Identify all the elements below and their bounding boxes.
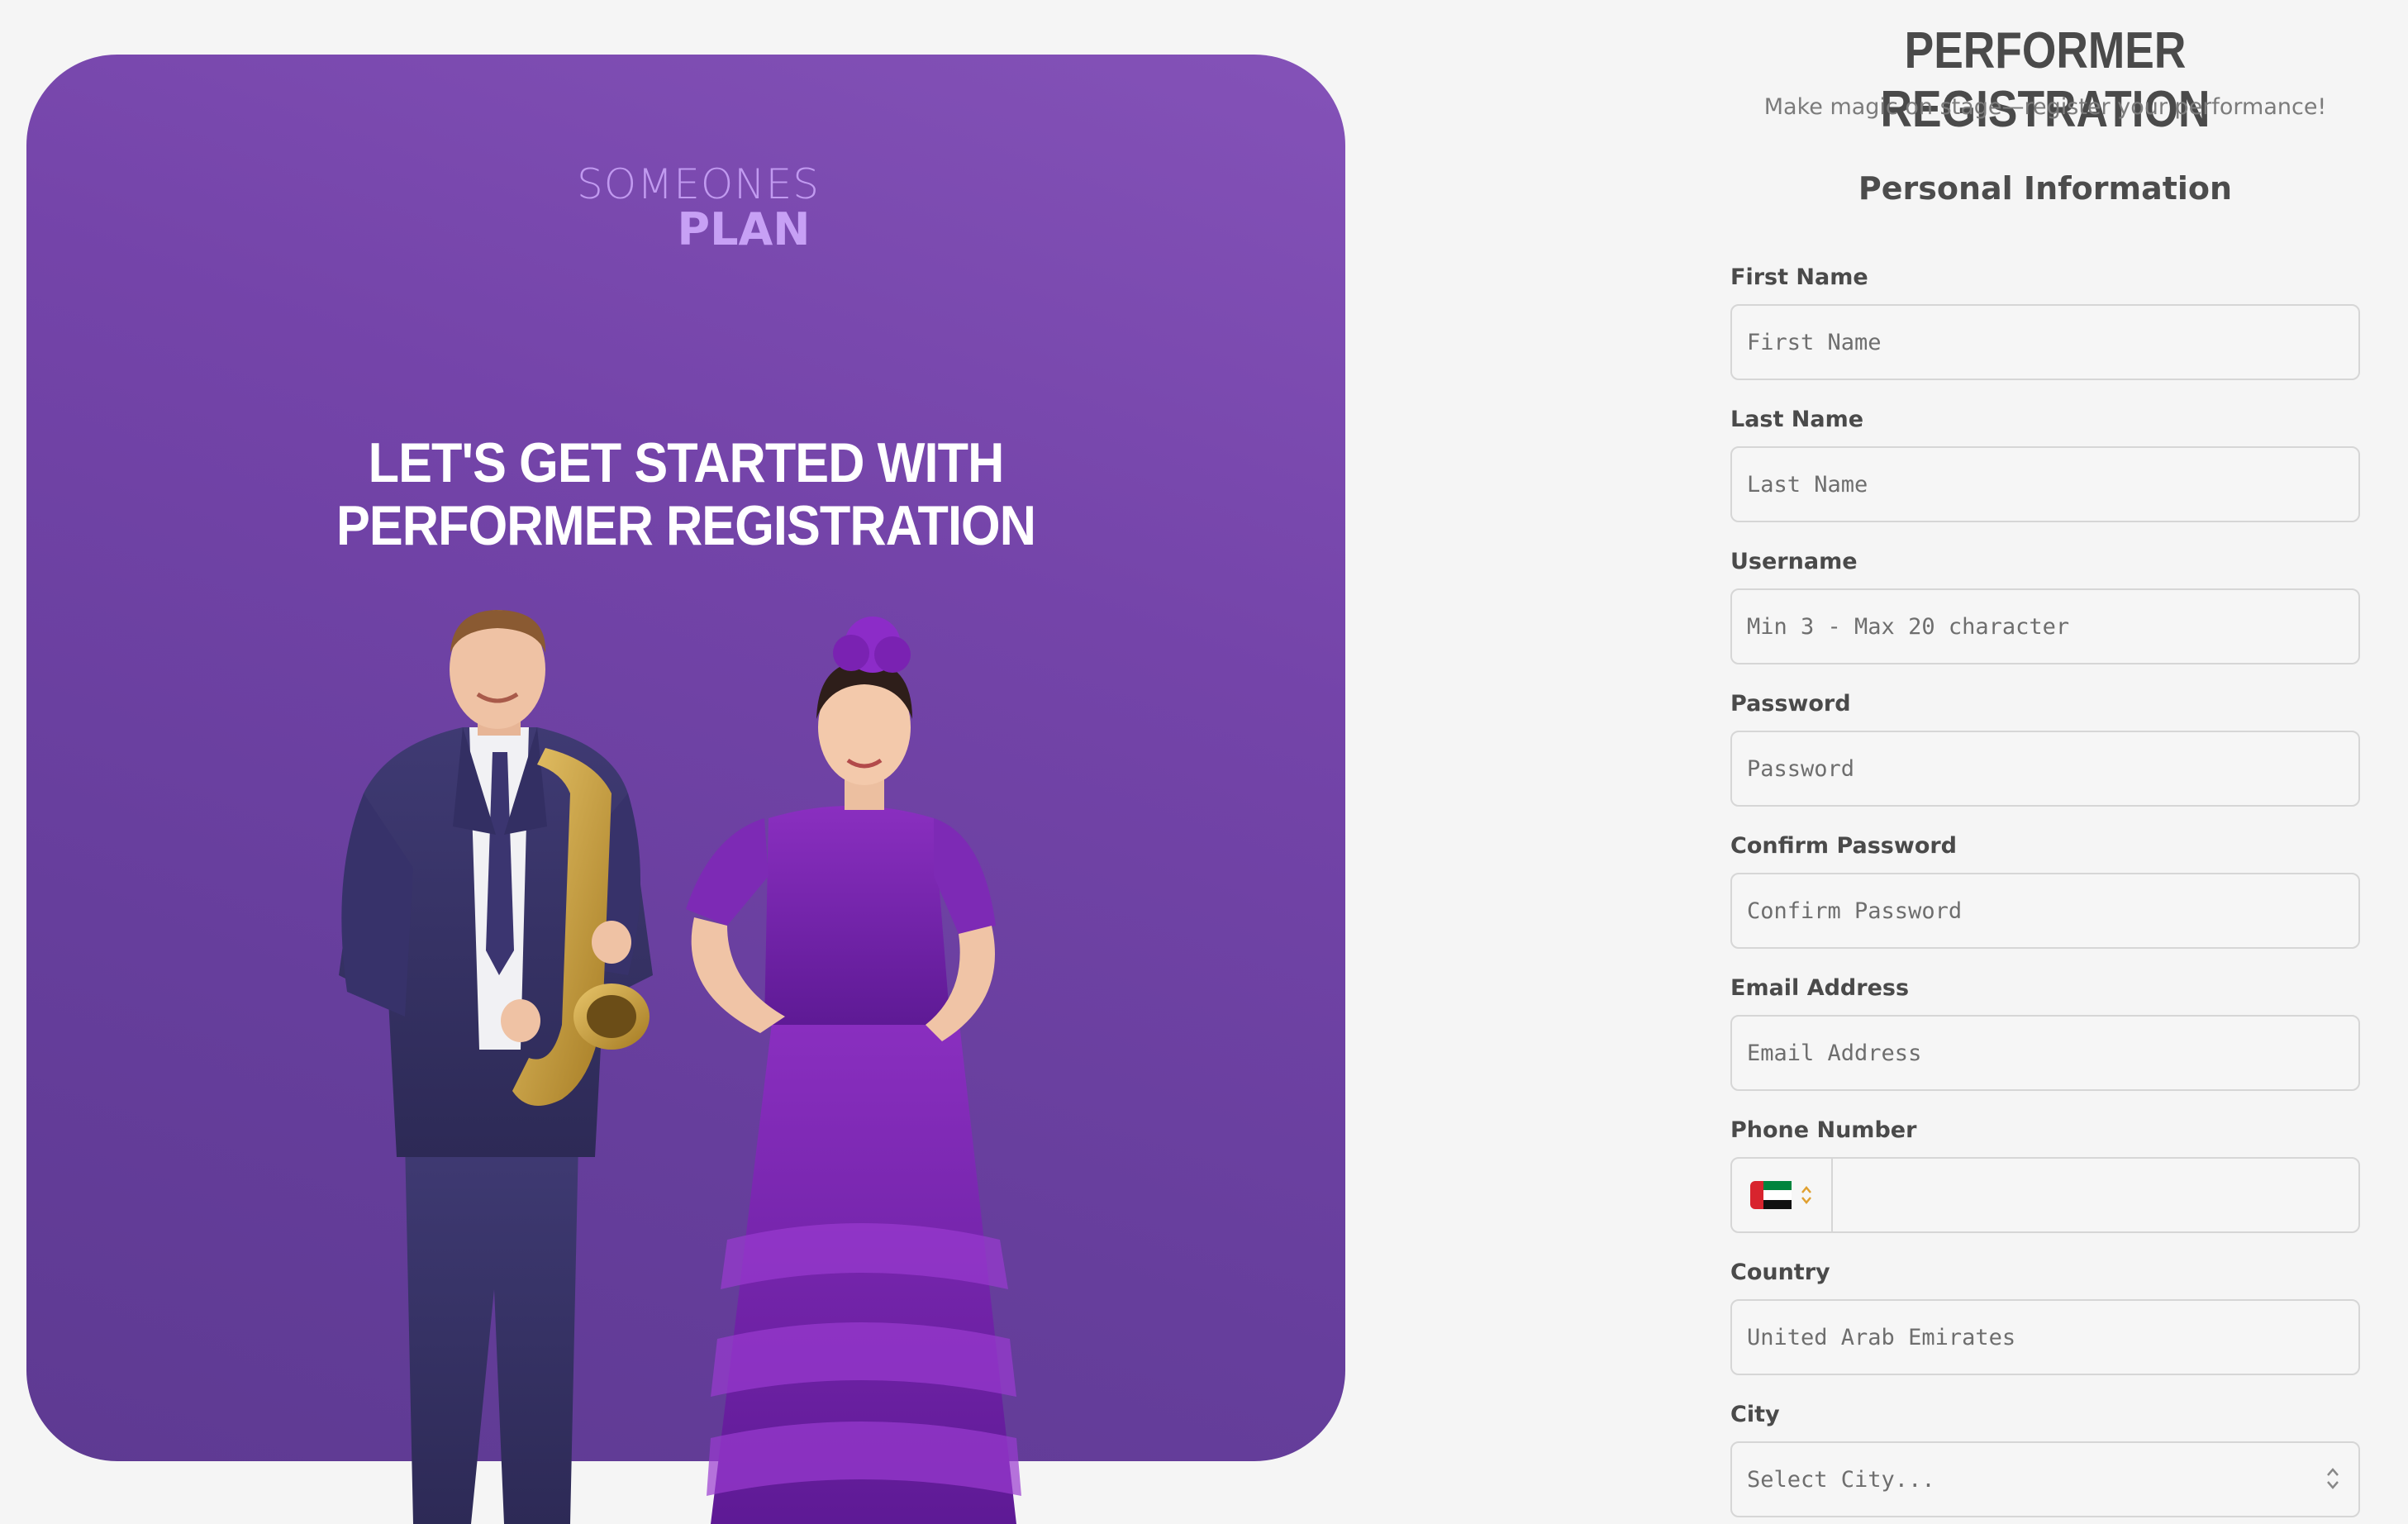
- registration-page: SOMEONES PLAN LET'S GET STARTED WITH PER…: [0, 0, 2408, 1524]
- section-title-personal-info: Personal Information: [1858, 170, 2233, 207]
- username-group: Username: [1730, 547, 2360, 664]
- country-group: Country: [1730, 1258, 2360, 1375]
- last-name-input[interactable]: [1730, 446, 2360, 522]
- first-name-input[interactable]: [1730, 304, 2360, 380]
- form-title: PERFORMER REGISTRATION: [1880, 22, 2211, 138]
- confirm-password-label: Confirm Password: [1730, 833, 1958, 859]
- city-select[interactable]: Select City...: [1730, 1441, 2360, 1517]
- email-input[interactable]: [1730, 1015, 2360, 1091]
- country-input[interactable]: [1730, 1299, 2360, 1375]
- username-label: Username: [1730, 549, 1858, 574]
- country-code-selector[interactable]: [1732, 1159, 1833, 1231]
- last-name-group: Last Name: [1730, 405, 2360, 522]
- city-label: City: [1730, 1402, 1780, 1427]
- city-group: City Select City...: [1730, 1400, 2360, 1517]
- phone-field: [1730, 1157, 2360, 1233]
- country-label: Country: [1730, 1260, 1830, 1285]
- phone-label: Phone Number: [1730, 1117, 1917, 1143]
- brand-logo: SOMEONES PLAN: [26, 160, 1345, 255]
- form-subtitle: Make magic on stage—register your perfor…: [1763, 94, 2327, 120]
- hero-title: LET'S GET STARTED WITH PERFORMER REGISTR…: [336, 431, 1036, 557]
- registration-form: PERFORMER REGISTRATION Make magic on sta…: [1730, 0, 2360, 1524]
- logo-bottom-text: PLAN: [677, 203, 811, 255]
- confirm-password-group: Confirm Password: [1730, 831, 2360, 949]
- city-select-value: Select City...: [1730, 1441, 2360, 1517]
- username-input[interactable]: [1730, 588, 2360, 664]
- email-group: Email Address: [1730, 974, 2360, 1091]
- email-label: Email Address: [1730, 975, 1910, 1001]
- password-input[interactable]: [1730, 731, 2360, 807]
- last-name-label: Last Name: [1730, 407, 1864, 432]
- hero-card: SOMEONES PLAN LET'S GET STARTED WITH PER…: [26, 55, 1345, 1461]
- password-group: Password: [1730, 689, 2360, 807]
- uae-flag-icon: [1750, 1181, 1792, 1209]
- chevron-updown-icon: [1801, 1186, 1811, 1204]
- first-name-label: First Name: [1730, 264, 1868, 290]
- chevron-updown-icon: [2327, 1468, 2339, 1489]
- logo-top-text: SOMEONES: [577, 160, 820, 208]
- phone-input[interactable]: [1833, 1159, 2358, 1231]
- password-label: Password: [1730, 691, 1851, 717]
- phone-group: Phone Number: [1730, 1116, 2360, 1233]
- first-name-group: First Name: [1730, 263, 2360, 380]
- confirm-password-input[interactable]: [1730, 873, 2360, 949]
